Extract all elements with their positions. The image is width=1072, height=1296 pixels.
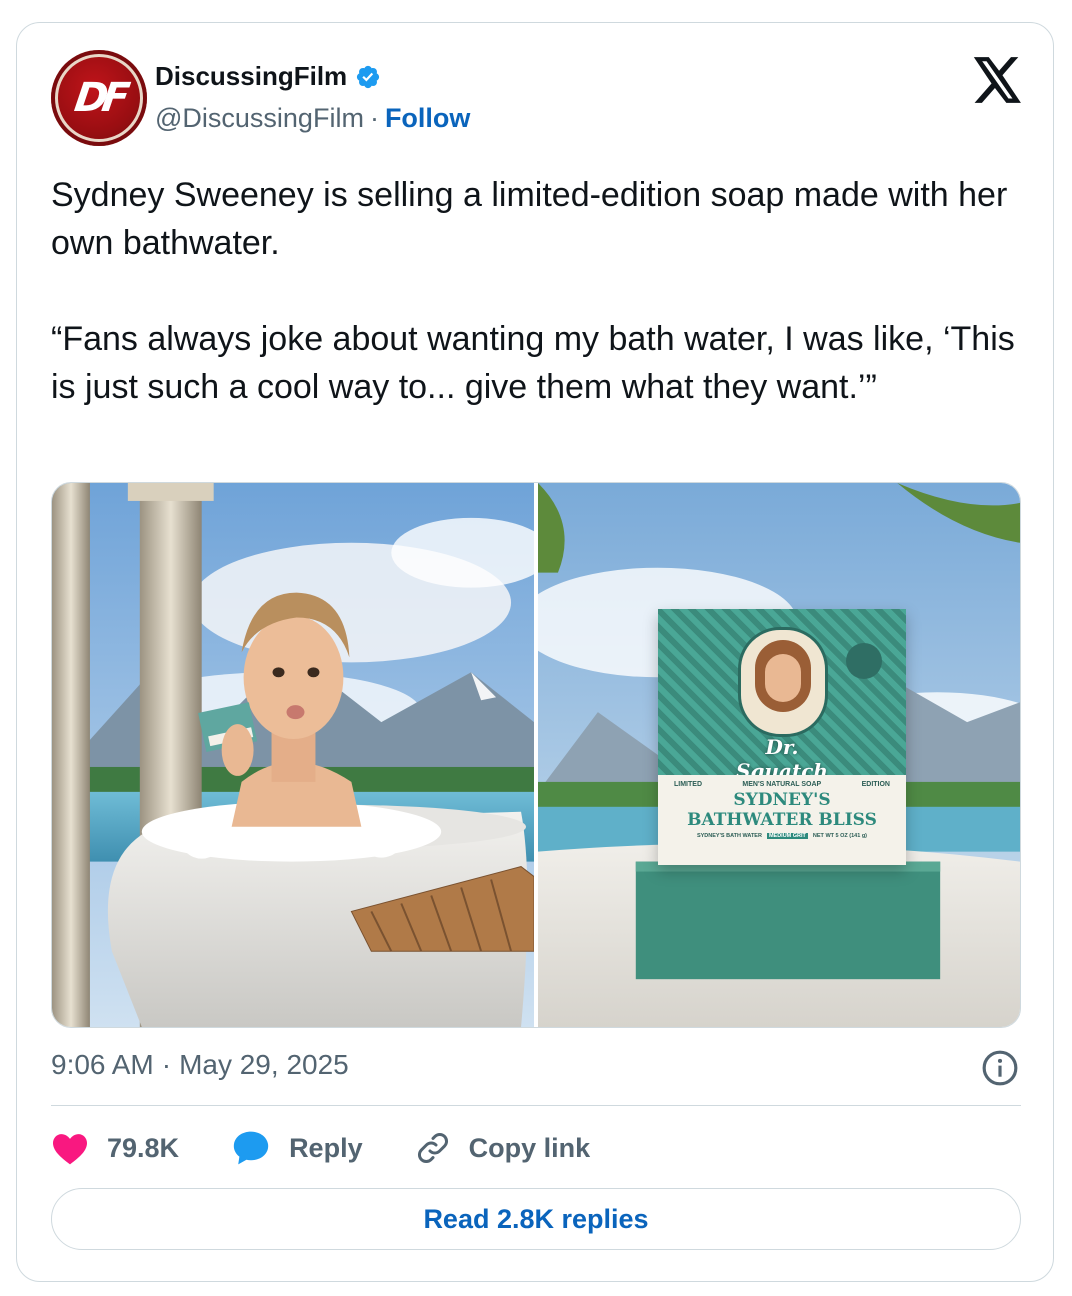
read-replies-button[interactable]: Read 2.8K replies	[51, 1188, 1021, 1250]
photo-soap-product[interactable]: Dr. Squatch LIMITED MEN'S NATURAL SOAP E…	[538, 483, 1020, 1027]
soap-bottom-line-item: MEDIUM GRIT	[766, 833, 808, 839]
soap-bottom-line-item: SYDNEY'S BATH WATER	[696, 833, 762, 839]
soap-top-line-item: LIMITED	[674, 781, 702, 788]
soap-bottom-line-item: NET WT 5 OZ (141 g)	[812, 833, 868, 839]
info-icon[interactable]	[981, 1049, 1019, 1087]
reply-button[interactable]: Reply	[231, 1130, 363, 1166]
author-name[interactable]: DiscussingFilm	[155, 61, 347, 92]
verified-badge-icon	[357, 65, 380, 88]
tweet-paragraph: Sydney Sweeney is selling a limited-edit…	[51, 176, 1008, 262]
meta-separator: ·	[161, 1049, 172, 1080]
soap-title-line2: BATHWATER BLISS	[687, 810, 877, 830]
copy-link-button[interactable]: Copy link	[415, 1130, 591, 1166]
tweet-paragraph: “Fans always joke about wanting my bath …	[51, 320, 1015, 406]
link-icon	[417, 1133, 448, 1163]
author-handle[interactable]: @DiscussingFilm	[155, 103, 364, 134]
heart-icon	[53, 1134, 87, 1165]
divider	[51, 1105, 1021, 1106]
tweet-time[interactable]: 9:06 AM	[51, 1049, 154, 1081]
soap-title-line1: SYDNEY'S	[733, 790, 831, 810]
soap-bottom-line: SYDNEY'S BATH WATER MEDIUM GRIT NET WT 5…	[658, 833, 906, 839]
tweet-meta: 9:06 AM · May 29, 2025	[51, 1049, 349, 1081]
action-bar: 79.8K Reply Copy link	[51, 1123, 642, 1173]
like-count: 79.8K	[107, 1132, 180, 1163]
copy-link-label: Copy link	[468, 1132, 591, 1163]
x-logo-icon[interactable]	[973, 57, 1023, 103]
soap-box: Dr. Squatch LIMITED MEN'S NATURAL SOAP E…	[658, 609, 906, 865]
reply-bubble-icon	[233, 1131, 269, 1165]
reply-label: Reply	[289, 1132, 363, 1163]
soap-top-line-item: EDITION	[861, 781, 890, 788]
soap-top-line: LIMITED MEN'S NATURAL SOAP EDITION	[658, 775, 906, 788]
author-name-row: DiscussingFilm	[155, 61, 381, 92]
like-button[interactable]: 79.8K	[51, 1131, 179, 1165]
handle-separator: ·	[369, 103, 379, 133]
tweet-date[interactable]: May 29, 2025	[179, 1049, 349, 1081]
follow-button[interactable]: Follow	[385, 103, 470, 134]
soap-box-window-icon	[846, 643, 882, 679]
tweet-card: DF DiscussingFilm @DiscussingFilm · Foll…	[16, 22, 1054, 1282]
soap-box-portrait	[738, 627, 828, 737]
soap-label-panel: LIMITED MEN'S NATURAL SOAP EDITION SYDNE…	[658, 775, 906, 865]
tweet-text: Sydney Sweeney is selling a limited-edit…	[51, 171, 1031, 459]
handle-row: @DiscussingFilm · Follow	[155, 103, 470, 134]
media-grid: Dr. Squatch LIMITED MEN'S NATURAL SOAP E…	[51, 482, 1021, 1028]
photo-bathtub[interactable]	[52, 483, 534, 1027]
avatar-logo: DF	[71, 75, 127, 121]
avatar[interactable]: DF	[51, 50, 147, 146]
soap-top-line-item: MEN'S NATURAL SOAP	[742, 781, 822, 788]
